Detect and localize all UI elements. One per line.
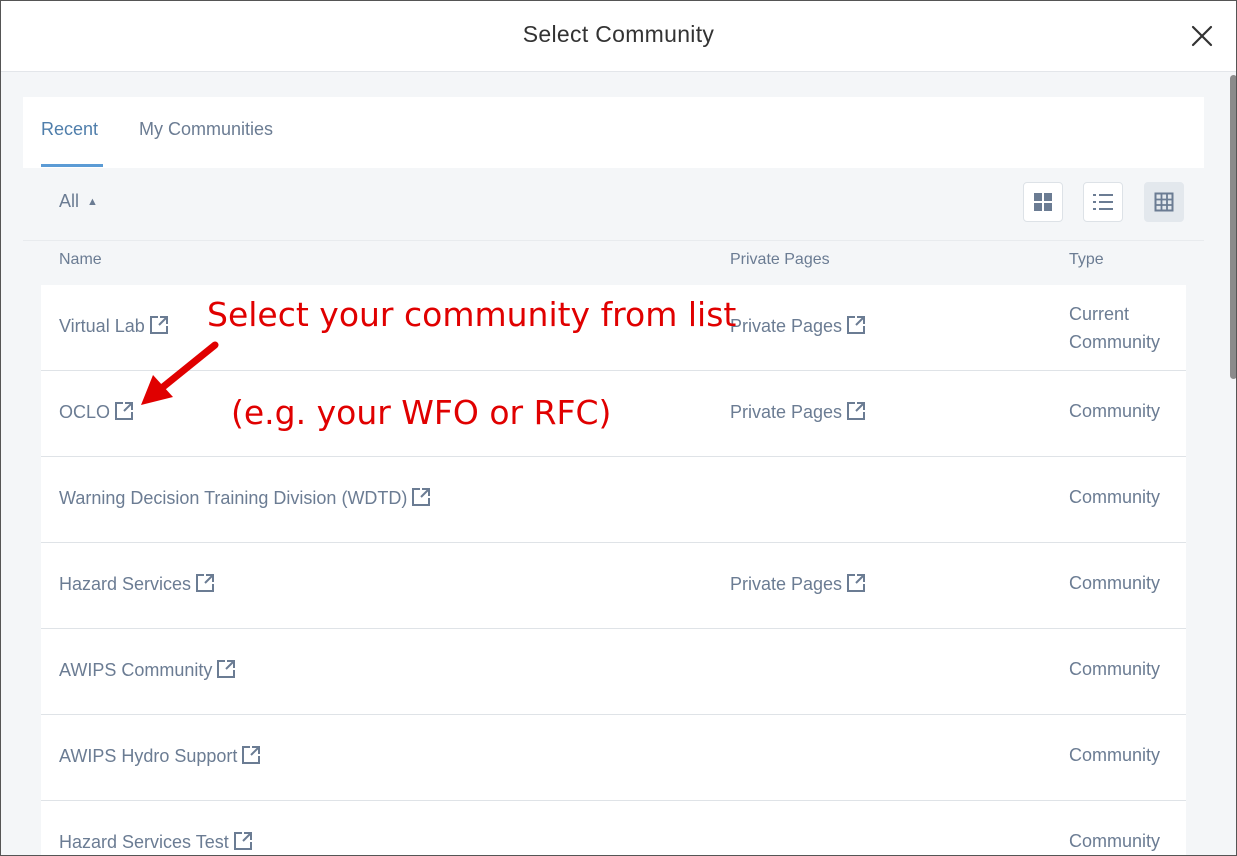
scrollbar-thumb[interactable] (1230, 75, 1236, 379)
external-link-icon (196, 574, 215, 592)
external-link-icon (412, 488, 431, 506)
private-pages-label: Private Pages (730, 316, 843, 336)
community-type: Community (1069, 659, 1161, 679)
dialog-title: Select Community (522, 21, 715, 47)
community-name-link[interactable]: OCLO (59, 401, 134, 423)
community-name: AWIPS Hydro Support (59, 746, 238, 766)
private-pages-link[interactable]: Private Pages (730, 573, 866, 595)
community-name: AWIPS Community (59, 660, 213, 680)
tab-bar: Recent My Communities (23, 97, 1204, 168)
external-link-icon (233, 832, 252, 850)
active-tab-indicator (41, 164, 103, 167)
close-button[interactable] (1189, 23, 1215, 49)
table-row[interactable]: Hazard Services Test Community (41, 801, 1186, 855)
private-pages-label: Private Pages (730, 402, 843, 422)
private-pages-label: Private Pages (730, 574, 843, 594)
column-header-private-pages[interactable]: Private Pages (730, 251, 830, 269)
private-pages-link[interactable]: Private Pages (730, 401, 866, 423)
external-link-icon (149, 316, 168, 334)
external-link-icon (847, 402, 866, 420)
table-row[interactable]: AWIPS Community Community (41, 629, 1186, 715)
annotation-instruction: Select your community from list (207, 295, 737, 334)
community-name-link[interactable]: Hazard Services (59, 573, 215, 595)
table-row[interactable]: Hazard Services Private Pages Community (41, 543, 1186, 629)
community-type: Community (1069, 831, 1161, 851)
select-community-dialog: Select Community Recent My Communities A… (0, 0, 1237, 856)
external-link-icon (847, 316, 866, 334)
close-icon (1191, 25, 1213, 47)
community-name-link[interactable]: Warning Decision Training Division (WDTD… (59, 487, 431, 509)
community-type: Community (1069, 487, 1161, 507)
table-row[interactable]: Warning Decision Training Division (WDTD… (41, 457, 1186, 543)
list-view-button[interactable] (1083, 182, 1123, 222)
external-link-icon (847, 574, 866, 592)
community-name: OCLO (59, 402, 111, 422)
community-name-link[interactable]: Hazard Services Test (59, 831, 253, 853)
filter-selected-value: All (59, 191, 80, 211)
community-name: Virtual Lab (59, 316, 145, 336)
community-type: Community (1069, 745, 1161, 765)
tab-my-communities[interactable]: My Communities (139, 119, 273, 140)
filter-dropdown[interactable]: All ▲ (59, 191, 98, 212)
table-view-button[interactable] (1144, 182, 1184, 222)
annotation-arrow-icon (141, 341, 219, 405)
community-type: Community (1069, 573, 1161, 593)
external-link-icon (242, 746, 261, 764)
sort-caret-icon: ▲ (87, 196, 98, 208)
toolbar-divider (23, 240, 1204, 241)
column-header-type[interactable]: Type (1069, 251, 1104, 269)
table-icon (1154, 192, 1174, 212)
community-type: Current Community (1069, 304, 1161, 352)
community-name-link[interactable]: AWIPS Community (59, 659, 236, 681)
tab-recent[interactable]: Recent (41, 119, 98, 140)
list-icon (1093, 194, 1113, 210)
table-row[interactable]: AWIPS Hydro Support Community (41, 715, 1186, 801)
community-type: Community (1069, 401, 1161, 421)
community-name-link[interactable]: AWIPS Hydro Support (59, 745, 261, 767)
cards-icon (1034, 193, 1052, 211)
cards-view-button[interactable] (1023, 182, 1063, 222)
external-link-icon (115, 402, 134, 420)
dialog-header: Select Community (1, 1, 1236, 72)
external-link-icon (217, 660, 236, 678)
community-name-link[interactable]: Virtual Lab (59, 315, 169, 337)
community-name: Hazard Services Test (59, 832, 229, 852)
community-name: Hazard Services (59, 574, 192, 594)
private-pages-link[interactable]: Private Pages (730, 315, 866, 337)
annotation-example: (e.g. your WFO or RFC) (231, 393, 612, 432)
community-name: Warning Decision Training Division (WDTD… (59, 488, 408, 508)
column-header-name[interactable]: Name (59, 251, 102, 269)
